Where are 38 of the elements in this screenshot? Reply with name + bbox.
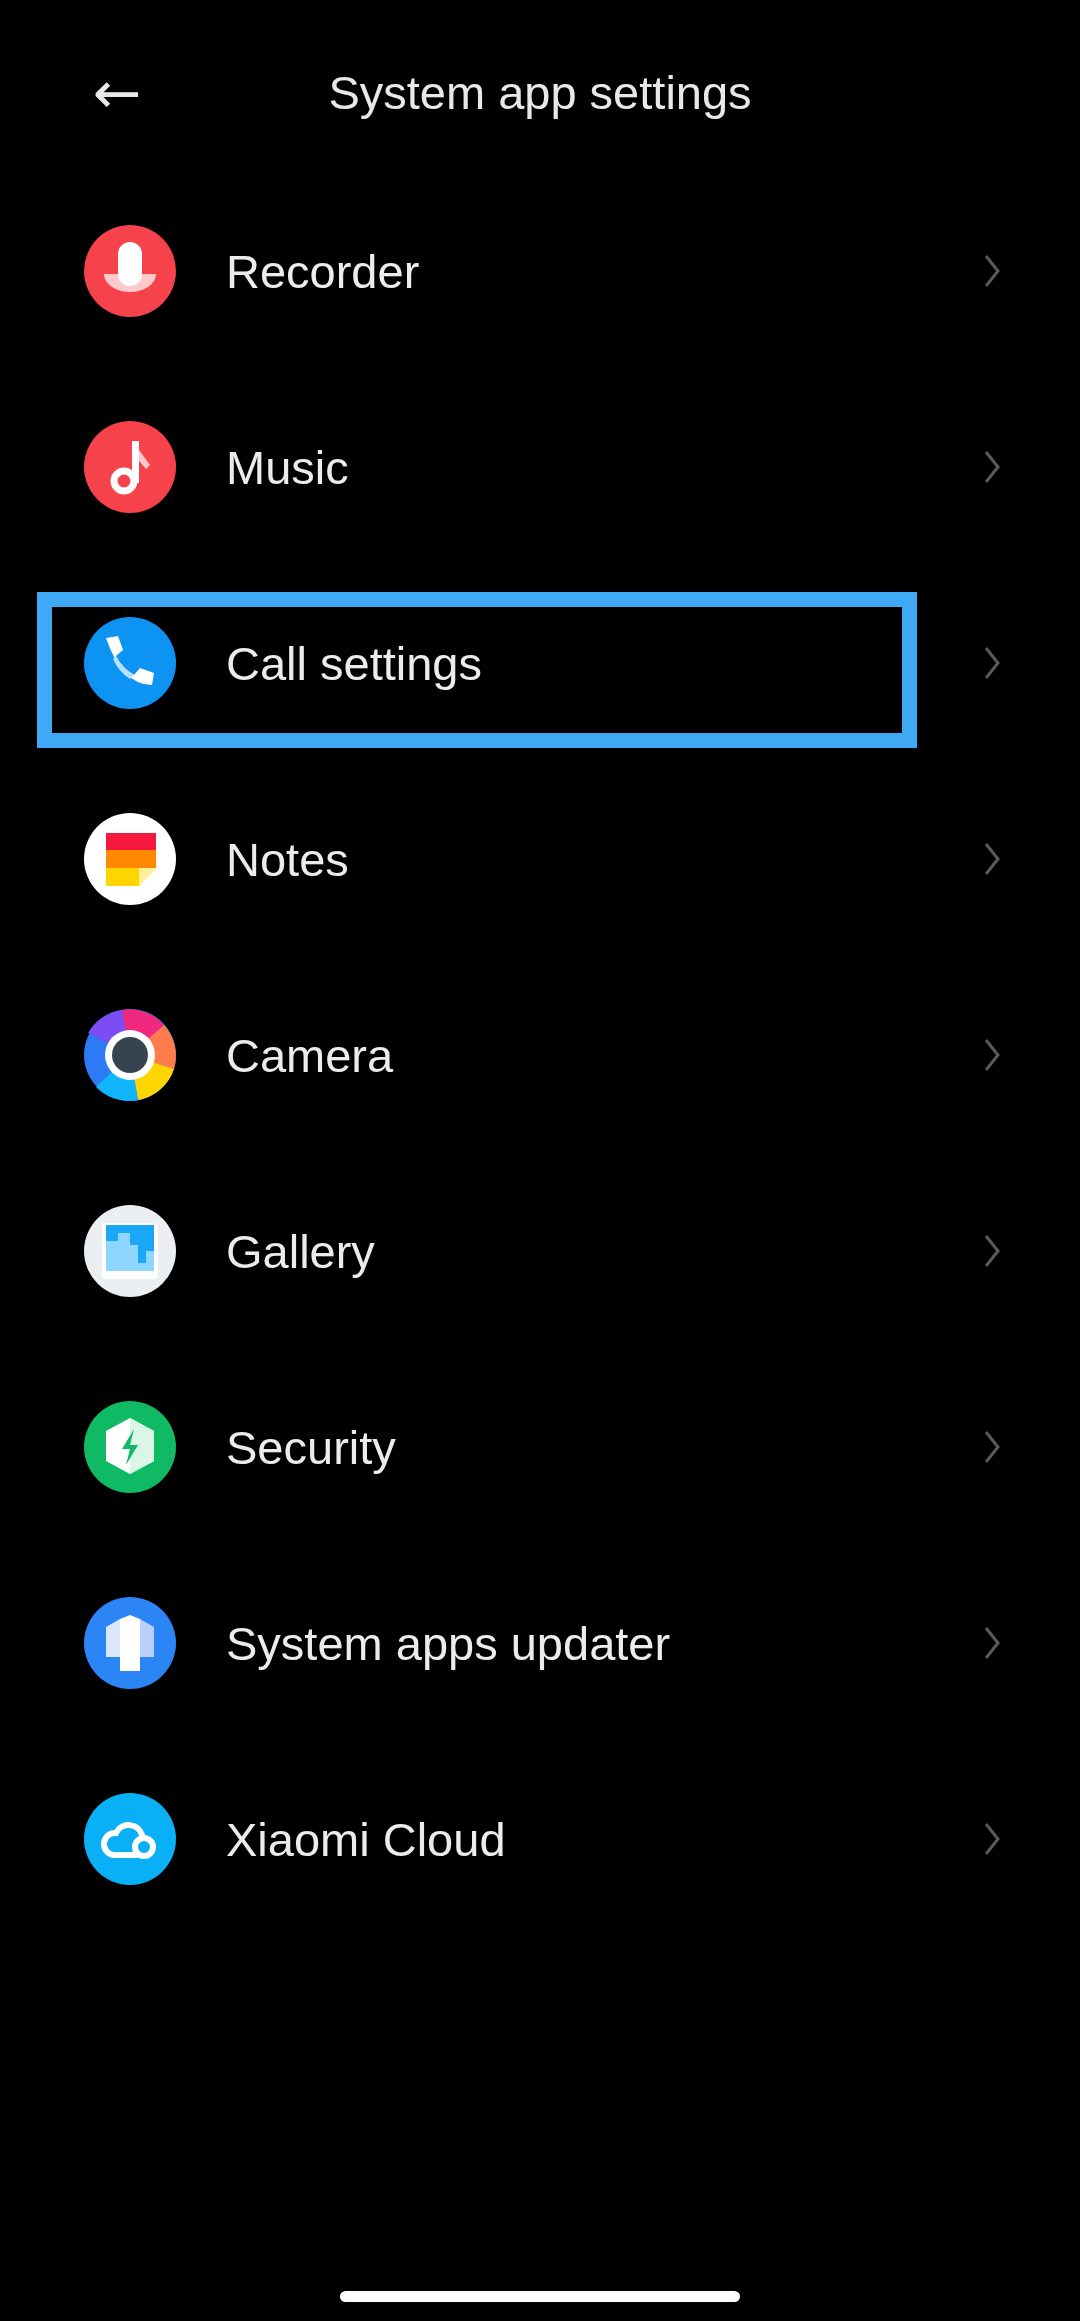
cloud-icon (84, 1793, 176, 1885)
chevron-icon (984, 1626, 1000, 1660)
settings-row[interactable]: Recorder (0, 173, 1080, 369)
settings-row[interactable]: Xiaomi Cloud (0, 1741, 1080, 1937)
music-note-icon (84, 421, 176, 513)
chevron-icon (984, 646, 1000, 680)
row-label: System apps updater (226, 1615, 672, 1671)
row-label: Gallery (226, 1223, 376, 1279)
notepad-icon (84, 813, 176, 905)
settings-row[interactable]: Gallery (0, 1153, 1080, 1349)
chevron-icon (984, 254, 1000, 288)
chevron-icon (984, 1430, 1000, 1464)
settings-row[interactable]: Camera (0, 957, 1080, 1153)
row-label: Camera (226, 1027, 395, 1083)
settings-row[interactable]: Music (0, 369, 1080, 565)
row-label: Recorder (226, 243, 421, 299)
back-button[interactable]: ← (82, 58, 152, 128)
row-label: Call settings (226, 635, 483, 691)
settings-row[interactable]: Notes (0, 761, 1080, 957)
settings-row[interactable]: System apps updater (0, 1545, 1080, 1741)
phone-icon (84, 617, 176, 709)
row-label: Notes (226, 831, 350, 887)
chevron-icon (984, 450, 1000, 484)
chevron-icon (984, 1038, 1000, 1072)
settings-row[interactable]: Security (0, 1349, 1080, 1545)
columns-icon (84, 1597, 176, 1689)
page-title: System app settings (328, 65, 752, 120)
chevron-icon (984, 842, 1000, 876)
picture-frame-icon (84, 1205, 176, 1297)
settings-row[interactable]: Call settings (0, 565, 1080, 761)
row-label: Xiaomi Cloud (226, 1811, 507, 1867)
chevron-icon (984, 1822, 1000, 1856)
chevron-icon (984, 1234, 1000, 1268)
camera-lens-icon (84, 1009, 176, 1101)
microphone-icon (84, 225, 176, 317)
row-label: Music (226, 439, 350, 495)
shield-bolt-icon (84, 1401, 176, 1493)
row-label: Security (226, 1419, 397, 1475)
